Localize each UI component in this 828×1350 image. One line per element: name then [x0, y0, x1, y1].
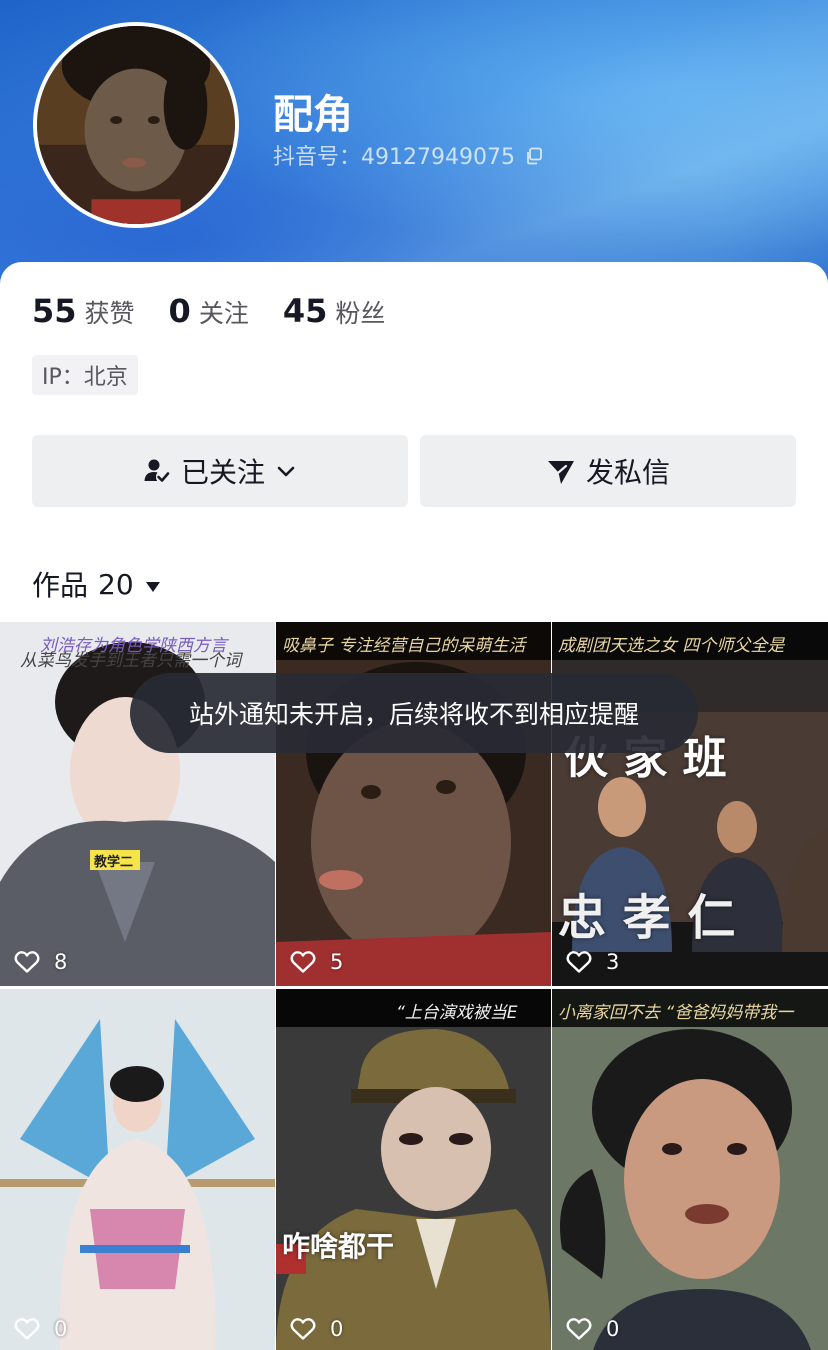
user-check-icon — [143, 457, 171, 485]
video-thumbnail[interactable]: “上台演戏被当E 咋啥都干 0 — [276, 989, 551, 1350]
douyin-id-value: 49127949075 — [361, 145, 515, 170]
video-overlay-text-2: 忠 孝 仁 — [558, 890, 736, 946]
heart-icon — [290, 951, 316, 973]
like-count-value: 8 — [54, 950, 68, 974]
like-count: 5 — [290, 950, 343, 974]
heart-icon — [14, 1318, 40, 1340]
stat-following-label: 关注 — [198, 299, 249, 328]
works-count: 20 — [98, 567, 134, 601]
douyin-id-row: 抖音号：49127949075 — [273, 139, 543, 171]
avatar[interactable] — [33, 22, 239, 228]
thumbnail-image — [0, 989, 275, 1350]
send-message-button[interactable]: 发私信 — [420, 435, 796, 507]
heart-icon — [290, 1318, 316, 1340]
stat-followers[interactable]: 45 粉丝 — [283, 292, 386, 330]
like-count-value: 3 — [606, 950, 620, 974]
stat-following[interactable]: 0 关注 — [169, 292, 249, 330]
works-label: 作品 — [32, 569, 89, 602]
caret-down-icon — [144, 568, 162, 601]
like-count: 0 — [566, 1317, 619, 1341]
stat-following-count: 0 — [168, 292, 191, 330]
profile-info-card: 55 获赞 0 关注 45 粉丝 IP：北京 已关注 发私信 作品 20 — [0, 262, 828, 622]
followed-button[interactable]: 已关注 — [32, 435, 408, 507]
chevron-down-icon — [275, 460, 297, 482]
stat-likes[interactable]: 55 获赞 — [32, 292, 135, 330]
followed-button-label: 已关注 — [180, 456, 265, 489]
works-tab[interactable]: 作品 20 — [32, 564, 162, 604]
ip-location-badge: IP：北京 — [32, 355, 138, 395]
like-count-value: 0 — [330, 1317, 344, 1341]
stats-row: 55 获赞 0 关注 45 粉丝 — [32, 292, 385, 330]
heart-icon — [14, 951, 40, 973]
thumbnail-image — [552, 989, 828, 1350]
like-count: 0 — [290, 1317, 343, 1341]
douyin-id-text: 抖音号：49127949075 — [273, 139, 515, 171]
video-caption: “上台演戏被当E — [276, 989, 551, 1027]
video-thumbnail[interactable]: 0 — [0, 989, 275, 1350]
douyin-id-label: 抖音号： — [273, 145, 362, 170]
like-count: 0 — [14, 1317, 67, 1341]
video-overlay-text: 教学二 — [94, 855, 134, 870]
like-count: 3 — [566, 950, 619, 974]
stat-likes-label: 获赞 — [84, 299, 135, 328]
send-icon — [546, 456, 576, 486]
like-count-value: 0 — [606, 1317, 620, 1341]
stat-likes-count: 55 — [32, 292, 77, 330]
stat-followers-label: 粉丝 — [335, 299, 386, 328]
send-message-label: 发私信 — [585, 456, 670, 489]
notification-toast: 站外通知未开启，后续将收不到相应提醒 — [130, 673, 698, 753]
thumbnail-image — [276, 989, 551, 1350]
copy-icon[interactable] — [525, 146, 543, 165]
video-caption-sub: 从菜鸟发手到王者只需一个词 — [20, 651, 241, 671]
profile-name: 配角 — [273, 92, 353, 138]
video-caption: 吸鼻子 专注经营自己的呆萌生活 — [276, 622, 551, 660]
like-count: 8 — [14, 950, 67, 974]
video-caption: 成剧团天选之女 四个师父全是 — [552, 622, 828, 660]
video-thumbnail[interactable]: 小离家回不去 “爸爸妈妈带我一 0 — [552, 989, 828, 1350]
heart-icon — [566, 1318, 592, 1340]
video-overlay-text: 咋啥都干 — [282, 1230, 395, 1263]
video-caption: 小离家回不去 “爸爸妈妈带我一 — [552, 989, 828, 1027]
profile-header: 配角 抖音号：49127949075 — [0, 0, 828, 300]
like-count-value: 0 — [54, 1317, 68, 1341]
like-count-value: 5 — [330, 950, 344, 974]
stat-followers-count: 45 — [282, 292, 328, 330]
heart-icon — [566, 951, 592, 973]
